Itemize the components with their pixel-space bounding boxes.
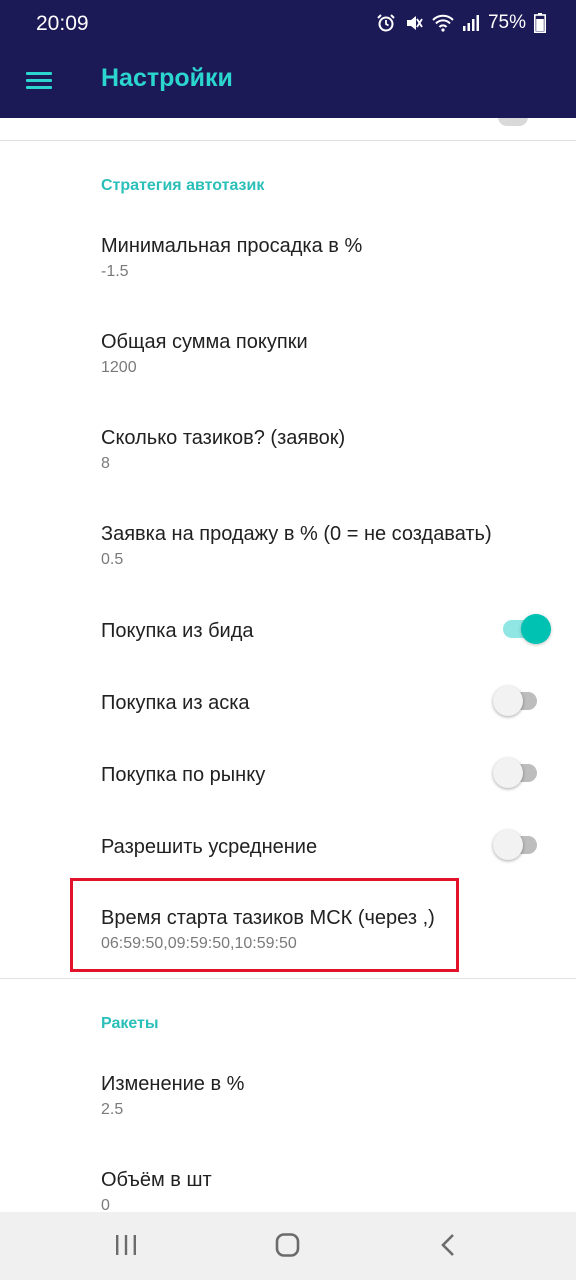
recent-apps-icon[interactable] bbox=[114, 1232, 138, 1263]
pref-summary: 1200 bbox=[101, 359, 137, 376]
pref-title: Объём в шт bbox=[101, 1169, 212, 1191]
toggle-switch-buy-from-bid[interactable] bbox=[493, 614, 551, 644]
switch-thumb bbox=[493, 830, 523, 860]
alarm-icon bbox=[376, 13, 396, 33]
switch-thumb bbox=[493, 686, 523, 716]
pref-buy-from-bid[interactable]: Покупка из бида bbox=[0, 594, 576, 666]
pref-basin-count[interactable]: Сколько тазиков? (заявок) 8 bbox=[0, 410, 576, 490]
section-divider bbox=[0, 978, 576, 979]
toggle-switch-buy-market[interactable] bbox=[493, 758, 539, 788]
pref-change-percent[interactable]: Изменение в % 2.5 bbox=[0, 1056, 576, 1136]
app-bar: Настройки bbox=[0, 50, 576, 118]
mute-icon bbox=[404, 13, 424, 33]
pref-title: Покупка по рынку bbox=[101, 764, 266, 786]
previous-switch-remnant bbox=[498, 118, 528, 126]
pref-summary: -1.5 bbox=[101, 263, 129, 280]
wifi-icon bbox=[432, 14, 454, 32]
pref-volume[interactable]: Объём в шт 0 bbox=[0, 1152, 576, 1212]
switch-thumb bbox=[521, 614, 551, 644]
status-time: 20:09 bbox=[36, 12, 89, 35]
highlight-box bbox=[70, 878, 459, 972]
battery-icon bbox=[534, 13, 546, 33]
home-icon[interactable] bbox=[274, 1232, 302, 1263]
pref-total-purchase[interactable]: Общая сумма покупки 1200 bbox=[0, 314, 576, 394]
pref-min-drawdown[interactable]: Минимальная просадка в % -1.5 bbox=[0, 218, 576, 298]
battery-label: 75% bbox=[487, 12, 526, 33]
pref-title: Общая сумма покупки bbox=[101, 331, 308, 353]
toggle-switch-buy-from-ask[interactable] bbox=[493, 686, 539, 716]
pref-title: Разрешить усреднение bbox=[101, 836, 318, 858]
section-title-rockets: Ракеты bbox=[101, 1015, 159, 1032]
pref-title: Заявка на продажу в % (0 = не создавать) bbox=[101, 523, 492, 545]
switch-thumb bbox=[493, 758, 523, 788]
back-icon[interactable] bbox=[438, 1232, 458, 1263]
pref-title: Изменение в % bbox=[101, 1073, 245, 1095]
pref-buy-from-ask[interactable]: Покупка из аска bbox=[0, 666, 576, 738]
pref-title: Сколько тазиков? (заявок) bbox=[101, 427, 346, 449]
pref-sell-order-percent[interactable]: Заявка на продажу в % (0 = не создавать)… bbox=[0, 506, 576, 586]
signal-icon bbox=[462, 14, 480, 32]
pref-title: Минимальная просадка в % bbox=[101, 235, 363, 257]
toggle-switch-allow-averaging[interactable] bbox=[493, 830, 539, 860]
pref-allow-averaging[interactable]: Разрешить усреднение bbox=[0, 810, 576, 882]
pref-summary: 8 bbox=[101, 455, 110, 472]
pref-summary: 2.5 bbox=[101, 1101, 124, 1118]
pref-buy-market[interactable]: Покупка по рынку bbox=[0, 738, 576, 810]
section-divider bbox=[0, 140, 576, 141]
pref-summary: 0 bbox=[101, 1197, 110, 1212]
status-icons: 75% bbox=[376, 12, 546, 34]
pref-title: Покупка из бида bbox=[101, 620, 254, 642]
pref-summary: 0.5 bbox=[101, 551, 124, 568]
menu-icon[interactable] bbox=[26, 67, 54, 95]
settings-list[interactable]: Стратегия автотазик Минимальная просадка… bbox=[0, 118, 576, 1212]
section-title-strategy: Стратегия автотазик bbox=[101, 177, 265, 194]
page-title: Настройки bbox=[101, 64, 233, 92]
pref-title: Покупка из аска bbox=[101, 692, 250, 714]
navigation-bar bbox=[0, 1212, 576, 1280]
status-bar: 20:09 75% bbox=[0, 0, 576, 50]
